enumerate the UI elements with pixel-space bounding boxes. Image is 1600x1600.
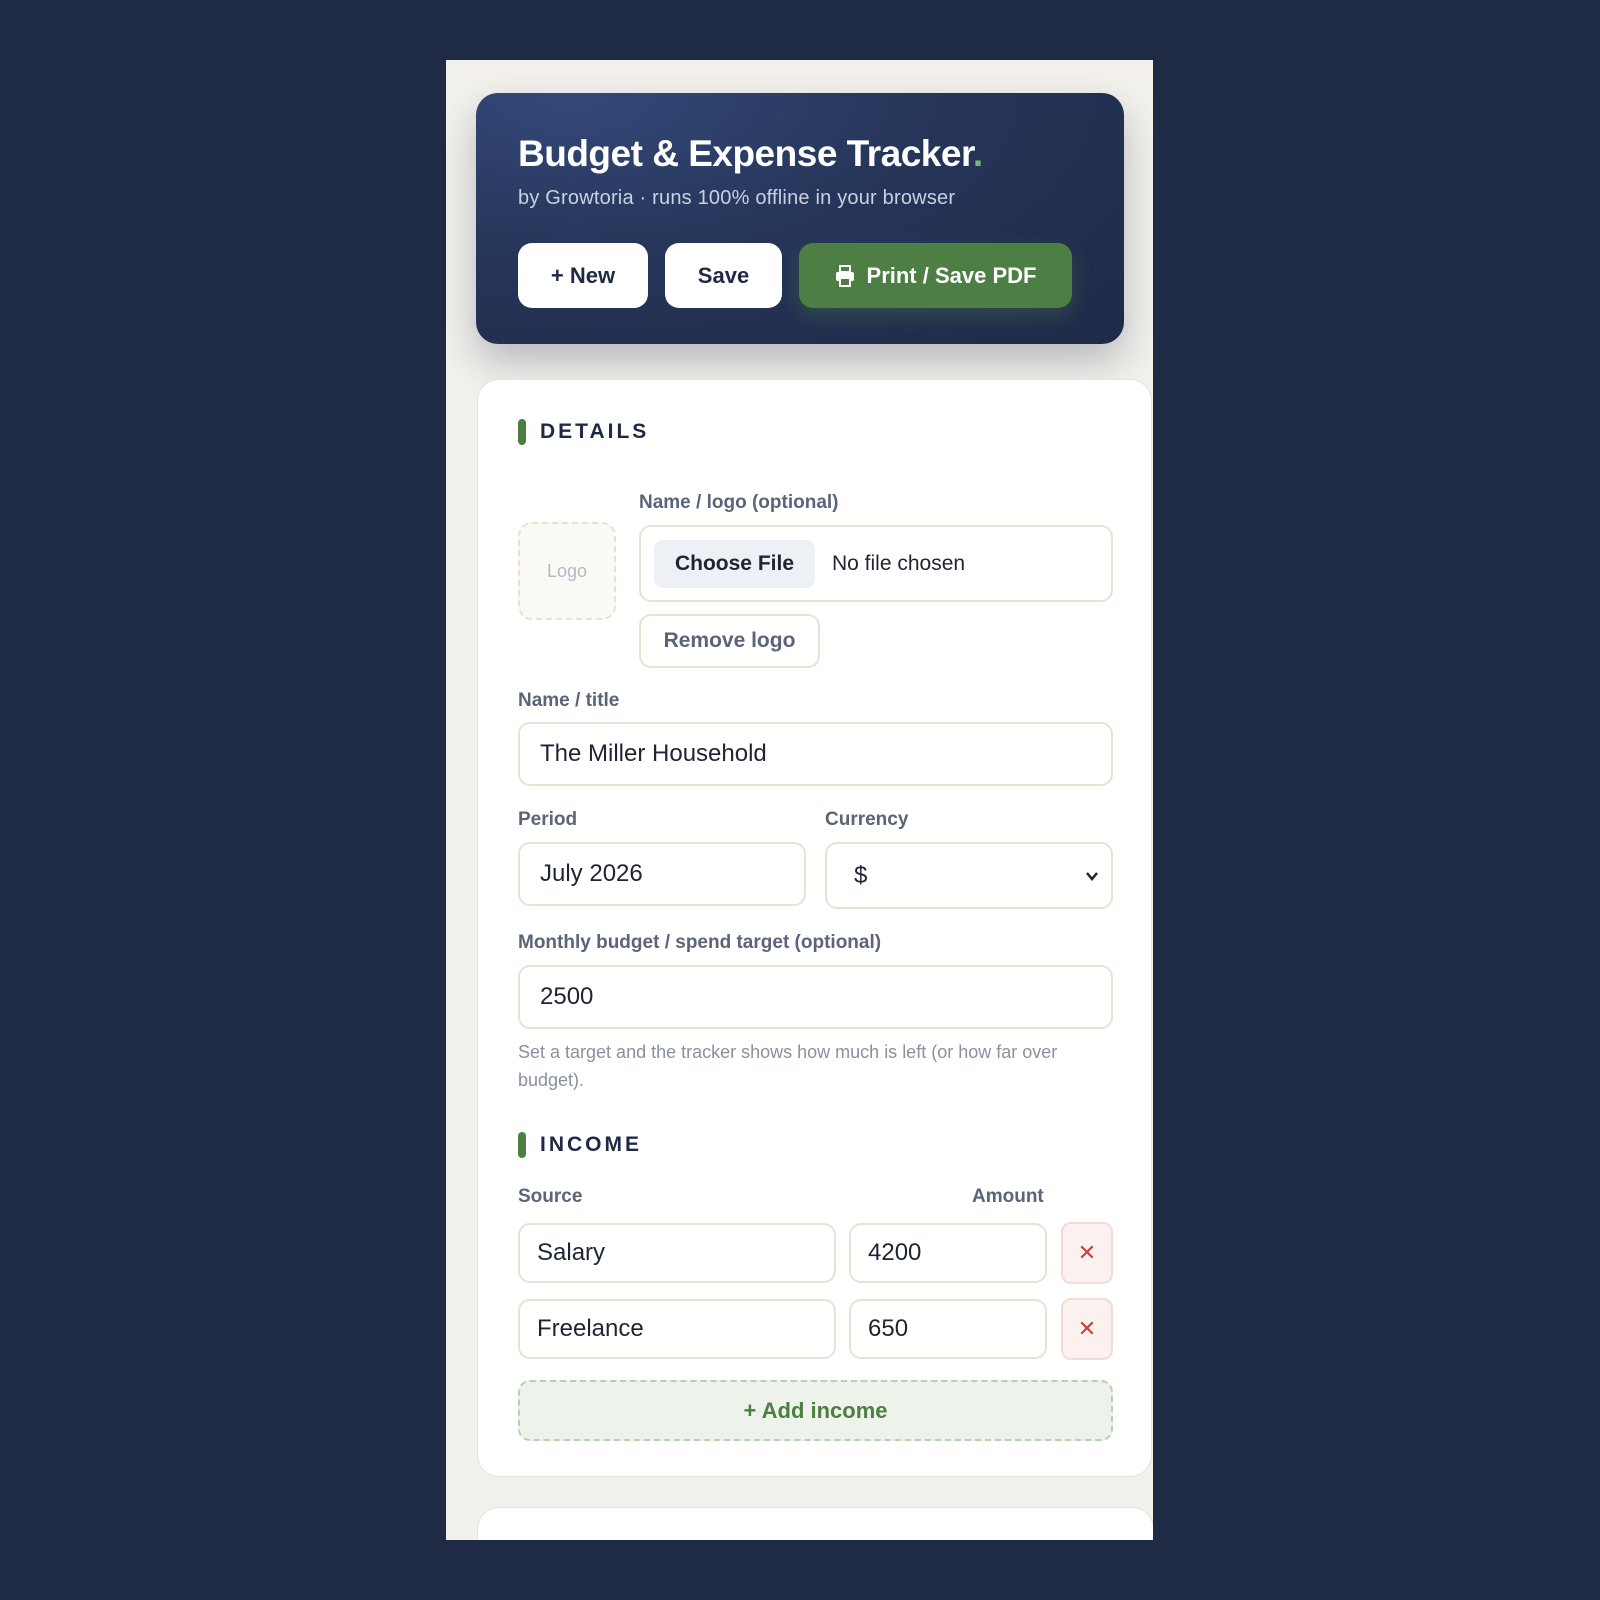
currency-label: Currency bbox=[825, 809, 909, 830]
close-icon: ✕ bbox=[1077, 1240, 1097, 1265]
print-pdf-button[interactable]: Print / Save PDF bbox=[799, 243, 1072, 308]
logo-label: Name / logo (optional) bbox=[639, 492, 839, 513]
currency-select[interactable]: $ bbox=[825, 842, 1113, 909]
printer-icon bbox=[835, 264, 854, 287]
app-viewport: Budget & Expense Tracker. by Growtoria ·… bbox=[446, 60, 1153, 1540]
title-accent-dot: . bbox=[972, 133, 983, 174]
save-button[interactable]: Save bbox=[665, 243, 782, 308]
budget-label: Monthly budget / spend target (optional) bbox=[518, 932, 882, 953]
app-subtitle: by Growtoria · runs 100% offline in your… bbox=[518, 187, 956, 209]
period-input[interactable]: July 2026 bbox=[518, 842, 806, 906]
details-section-header: DETAILS bbox=[518, 419, 649, 445]
name-title-label: Name / title bbox=[518, 690, 620, 711]
section-accent-bar bbox=[518, 1132, 526, 1158]
logo-preview[interactable]: Logo bbox=[518, 522, 616, 620]
app-header: Budget & Expense Tracker. by Growtoria ·… bbox=[476, 93, 1124, 344]
header-actions: + New Save Print / Save PDF bbox=[518, 243, 1072, 308]
print-pdf-label: Print / Save PDF bbox=[866, 262, 1037, 288]
income-section-header: INCOME bbox=[518, 1132, 642, 1158]
logo-file-input[interactable]: Choose File No file chosen bbox=[639, 525, 1113, 602]
details-card: DETAILS Logo Name / logo (optional) Choo… bbox=[477, 379, 1152, 1477]
income-amount-input[interactable]: 4200 bbox=[849, 1223, 1047, 1283]
chevron-down-icon bbox=[1086, 871, 1098, 881]
budget-input[interactable]: 2500 bbox=[518, 965, 1113, 1029]
name-title-input[interactable]: The Miller Household bbox=[518, 722, 1113, 786]
source-column-header: Source bbox=[518, 1186, 583, 1207]
income-source-input[interactable]: Salary bbox=[518, 1223, 836, 1283]
add-income-button[interactable]: + Add income bbox=[518, 1380, 1113, 1441]
income-section-title: INCOME bbox=[540, 1133, 642, 1156]
income-amount-input[interactable]: 650 bbox=[849, 1299, 1047, 1359]
choose-file-button[interactable]: Choose File bbox=[654, 539, 815, 588]
remove-logo-button[interactable]: Remove logo bbox=[639, 614, 820, 668]
remove-income-button[interactable]: ✕ bbox=[1061, 1298, 1113, 1360]
details-section-title: DETAILS bbox=[540, 420, 650, 443]
section-accent-bar bbox=[518, 419, 526, 445]
income-source-input[interactable]: Freelance bbox=[518, 1299, 836, 1359]
next-section-card bbox=[477, 1507, 1153, 1540]
amount-column-header: Amount bbox=[972, 1186, 1044, 1207]
app-title: Budget & Expense Tracker. bbox=[518, 133, 983, 174]
period-label: Period bbox=[518, 809, 578, 830]
budget-hint: Set a target and the tracker shows how m… bbox=[518, 1042, 1058, 1090]
remove-income-button[interactable]: ✕ bbox=[1061, 1222, 1113, 1284]
file-status: No file chosen bbox=[832, 551, 966, 575]
currency-value: $ bbox=[854, 861, 868, 889]
close-icon: ✕ bbox=[1077, 1316, 1097, 1341]
new-button[interactable]: + New bbox=[518, 243, 648, 308]
